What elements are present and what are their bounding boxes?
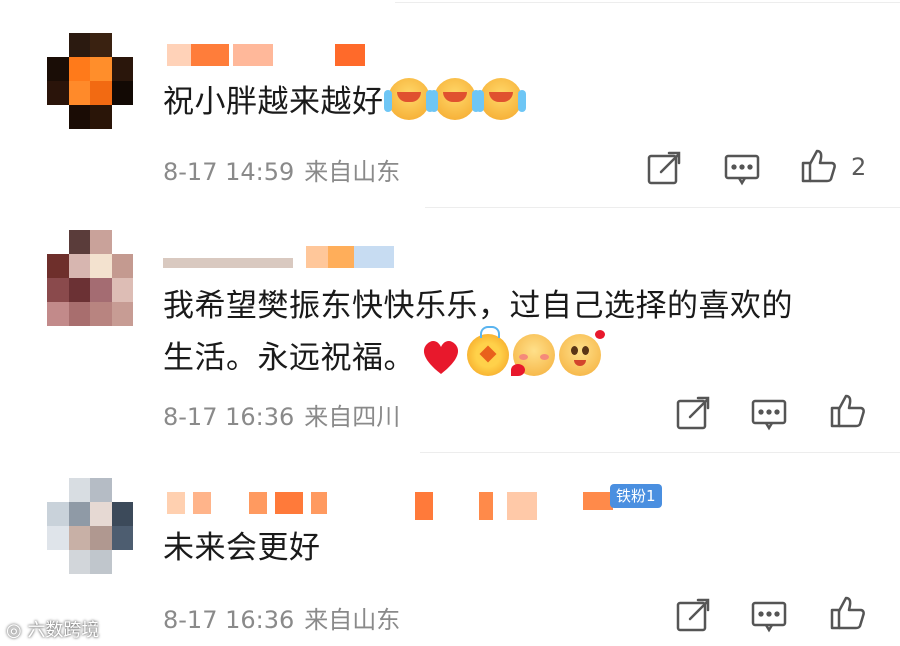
repost-icon[interactable] bbox=[673, 393, 713, 433]
comment-icon[interactable] bbox=[749, 393, 789, 433]
thumbs-up-icon[interactable] bbox=[799, 146, 839, 186]
laughing-tears-emoji bbox=[383, 78, 434, 120]
thumbs-up-icon[interactable] bbox=[828, 593, 868, 633]
watermark-logo-icon: ◎ bbox=[6, 620, 28, 641]
location: 来自四川 bbox=[304, 403, 401, 431]
avatar[interactable] bbox=[47, 33, 133, 129]
username[interactable] bbox=[163, 246, 403, 276]
location: 来自山东 bbox=[304, 606, 401, 634]
comment-text-line: 生活。永远祝福。 bbox=[163, 326, 793, 384]
username[interactable] bbox=[163, 44, 383, 74]
comment-text: 祝小胖越来越好 bbox=[163, 76, 526, 128]
location: 来自山东 bbox=[304, 158, 401, 186]
laughing-tears-emoji bbox=[475, 78, 526, 120]
thumbs-up-icon[interactable] bbox=[828, 391, 868, 431]
comment-item: 祝小胖越来越好 8-17 14:59 来自山东 2 bbox=[0, 0, 900, 207]
comment-text: 我希望樊振东快快乐乐，过自己选择的喜欢的 生活。永远祝福。 bbox=[163, 280, 793, 384]
repost-icon[interactable] bbox=[673, 595, 713, 635]
in-love-emoji bbox=[559, 330, 605, 376]
comment-text-line: 我希望樊振东快快乐乐，过自己选择的喜欢的 bbox=[163, 288, 793, 324]
comment-text: 未来会更好 bbox=[163, 530, 321, 566]
comment-meta: 8-17 16:36 来自四川 bbox=[163, 397, 410, 432]
comment-item: 铁粉1 未来会更好 8-17 16:36 来自山东 bbox=[0, 452, 900, 646]
comment-meta: 8-17 16:36 来自山东 bbox=[163, 600, 410, 635]
comment-icon[interactable] bbox=[722, 148, 762, 188]
watermark: ◎ 六数跨境 bbox=[6, 620, 100, 641]
blushing-heart-emoji bbox=[511, 334, 555, 376]
red-heart-emoji bbox=[419, 336, 463, 376]
timestamp: 8-17 16:36 bbox=[163, 403, 295, 431]
fan-badge: 铁粉1 bbox=[610, 484, 662, 508]
repost-icon[interactable] bbox=[644, 148, 684, 188]
comment-meta: 8-17 14:59 来自山东 bbox=[163, 152, 410, 187]
avatar[interactable] bbox=[47, 478, 133, 574]
comment-item: 我希望樊振东快快乐乐，过自己选择的喜欢的 生活。永远祝福。 8-17 16:36… bbox=[0, 207, 900, 452]
laughing-tears-emoji bbox=[429, 78, 480, 120]
avatar[interactable] bbox=[47, 230, 133, 326]
timestamp: 8-17 14:59 bbox=[163, 158, 295, 186]
username[interactable] bbox=[163, 492, 663, 522]
timestamp: 8-17 16:36 bbox=[163, 606, 295, 634]
medal-emoji bbox=[467, 326, 509, 376]
like-count: 2 bbox=[851, 153, 867, 181]
comment-icon[interactable] bbox=[749, 595, 789, 635]
